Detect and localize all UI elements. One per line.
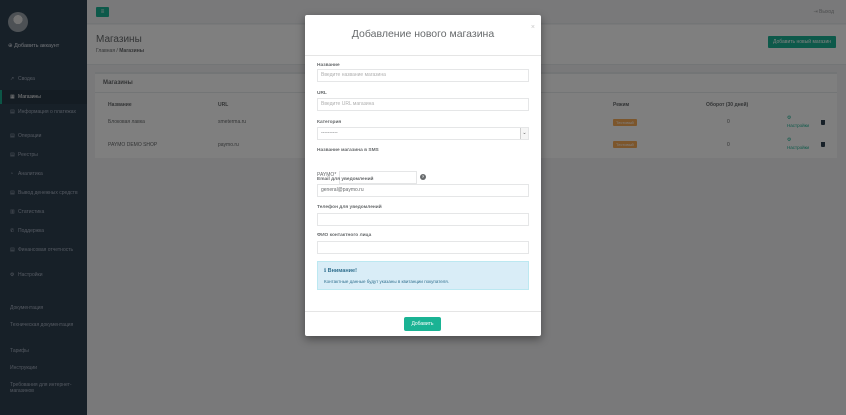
- category-selected-value: ----------: [321, 130, 338, 136]
- add-store-modal: Добавление нового магазина × Название Вв…: [305, 15, 541, 336]
- name-input[interactable]: Введите название магазина: [317, 69, 529, 82]
- info-icon: ℹ: [324, 268, 327, 274]
- info-alert: ℹ Внимание! Контактные данные будут указ…: [317, 261, 529, 290]
- alert-title: ℹ Внимание!: [324, 268, 357, 274]
- contact-name-input[interactable]: [317, 241, 529, 254]
- email-input[interactable]: general@paymo.ru: [317, 184, 529, 197]
- url-input[interactable]: Введите URL магазина: [317, 98, 529, 111]
- alert-title-text: Внимание!: [327, 268, 357, 274]
- question-icon[interactable]: ?: [420, 174, 426, 180]
- phone-input[interactable]: [317, 213, 529, 226]
- category-label: Категория: [317, 120, 342, 125]
- email-label: Email для уведомлений: [317, 177, 374, 182]
- phone-label: Телефон для уведомлений: [317, 205, 382, 210]
- modal-header-divider: [305, 55, 541, 56]
- modal-footer-divider: [305, 311, 541, 312]
- submit-button[interactable]: Добавить: [404, 317, 441, 331]
- sms-name-label: Название магазина в SMS: [317, 148, 379, 153]
- url-label: URL: [317, 91, 327, 96]
- contact-name-label: ФИО контактного лица: [317, 233, 372, 238]
- chevron-down-icon[interactable]: ⌄: [520, 128, 528, 139]
- modal-title: Добавление нового магазина: [351, 28, 495, 40]
- name-label: Название: [317, 63, 340, 68]
- category-select[interactable]: ---------- ⌄: [317, 127, 529, 140]
- alert-text: Контактные данные будут указаны в квитан…: [324, 279, 449, 284]
- close-icon[interactable]: ×: [531, 24, 535, 31]
